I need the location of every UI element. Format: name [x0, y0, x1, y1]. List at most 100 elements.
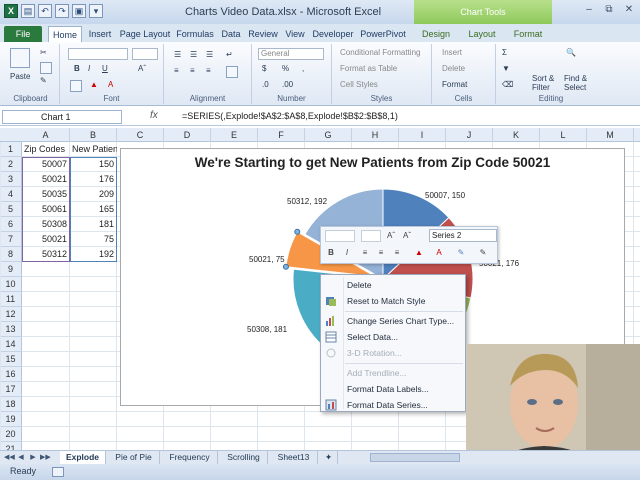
- menu-item-delete[interactable]: Delete: [321, 277, 465, 293]
- menu-item-reset-to-match-style[interactable]: Reset to Match Style: [321, 293, 465, 309]
- row-header[interactable]: 10: [0, 277, 22, 292]
- delete-cells-button[interactable]: Delete: [442, 64, 465, 73]
- row-header[interactable]: 15: [0, 352, 22, 367]
- tab-file[interactable]: File: [4, 26, 42, 42]
- row-header[interactable]: 6: [0, 217, 22, 232]
- row-header[interactable]: 8: [0, 247, 22, 262]
- sheet-tab-pie-of-pie[interactable]: Pie of Pie: [108, 451, 160, 464]
- row-header[interactable]: 1: [0, 142, 22, 157]
- paste-icon[interactable]: [10, 48, 30, 68]
- font-color-icon[interactable]: A: [108, 80, 113, 89]
- prev-sheet-icon[interactable]: ◀: [16, 453, 26, 461]
- row-header[interactable]: 4: [0, 187, 22, 202]
- italic-button[interactable]: I: [341, 247, 353, 259]
- cell-styles-button[interactable]: Cell Styles: [340, 80, 378, 89]
- align-top-icon[interactable]: ☰: [174, 50, 181, 59]
- format-as-table-button[interactable]: Format as Table: [340, 64, 397, 73]
- column-header[interactable]: C: [117, 128, 164, 142]
- sheet-tab-explode[interactable]: Explode: [60, 451, 106, 464]
- font-select[interactable]: [325, 230, 355, 242]
- row-header[interactable]: 9: [0, 262, 22, 277]
- restore-icon[interactable]: ⧉: [602, 4, 616, 16]
- row-header[interactable]: 3: [0, 172, 22, 187]
- data-label-50007[interactable]: 50007, 150: [425, 191, 465, 200]
- column-header[interactable]: H: [352, 128, 399, 142]
- align-bottom-icon[interactable]: ☰: [206, 50, 213, 59]
- series-select[interactable]: Series 2: [429, 229, 497, 242]
- column-header[interactable]: E: [211, 128, 258, 142]
- print-preview-icon[interactable]: ▣: [72, 4, 86, 18]
- shape-outline-icon[interactable]: ✎: [455, 247, 467, 259]
- macro-record-icon[interactable]: [52, 467, 64, 477]
- tab-view[interactable]: View: [282, 26, 308, 42]
- size-select[interactable]: [361, 230, 381, 242]
- tab-layout[interactable]: Layout: [462, 26, 502, 42]
- find-icon[interactable]: 🔍: [566, 48, 576, 57]
- column-header[interactable]: I: [399, 128, 446, 142]
- selection-handle[interactable]: [294, 228, 301, 235]
- format-painter-icon[interactable]: ✎: [40, 76, 47, 85]
- row-header[interactable]: 17: [0, 382, 22, 397]
- name-box[interactable]: Chart 1: [2, 110, 122, 124]
- horizontal-scrollbar[interactable]: [370, 453, 460, 462]
- redo-icon[interactable]: ↷: [55, 4, 69, 18]
- grow-font-icon[interactable]: Aˆ: [138, 64, 146, 73]
- column-header[interactable]: K: [493, 128, 540, 142]
- comma-icon[interactable]: ,: [302, 64, 304, 73]
- data-label-50308[interactable]: 50308, 181: [247, 325, 287, 334]
- save-icon[interactable]: ▤: [21, 4, 35, 18]
- align-right-icon[interactable]: ≡: [391, 247, 403, 259]
- tab-design[interactable]: Design: [416, 26, 456, 42]
- borders-icon[interactable]: [70, 80, 82, 92]
- tab-data[interactable]: Data: [218, 26, 244, 42]
- paste-button[interactable]: Paste: [10, 72, 30, 81]
- row-header[interactable]: 18: [0, 397, 22, 412]
- data-label-50312[interactable]: 50312, 192: [287, 197, 327, 206]
- column-header[interactable]: A: [22, 128, 70, 142]
- row-header[interactable]: 19: [0, 412, 22, 427]
- font-color-icon[interactable]: A: [433, 247, 445, 259]
- menu-item-select-data[interactable]: Select Data...: [321, 329, 465, 345]
- excel-logo-icon[interactable]: X: [4, 4, 18, 18]
- grow-font-icon[interactable]: Aˆ: [385, 230, 397, 242]
- align-middle-icon[interactable]: ☰: [190, 50, 197, 59]
- percent-icon[interactable]: %: [282, 64, 289, 73]
- align-center-icon[interactable]: ≡: [375, 247, 387, 259]
- tab-formulas[interactable]: Formulas: [174, 26, 216, 42]
- row-header[interactable]: 13: [0, 322, 22, 337]
- increase-decimal-icon[interactable]: .0: [262, 80, 269, 89]
- find-select-button[interactable]: Find & Select: [564, 74, 602, 92]
- align-left-icon[interactable]: ≡: [174, 66, 179, 75]
- menu-item-format-data-series[interactable]: Format Data Series...: [321, 397, 465, 413]
- table-header-cell[interactable]: Zip Codes: [22, 142, 70, 157]
- undo-icon[interactable]: ↶: [38, 4, 52, 18]
- font-name-select[interactable]: [68, 48, 128, 60]
- sheet-tab-sheet13[interactable]: Sheet13: [270, 451, 318, 464]
- menu-item-change-series-chart-type[interactable]: Change Series Chart Type...: [321, 313, 465, 329]
- tab-page-layout[interactable]: Page Layout: [118, 26, 172, 42]
- fill-color-icon[interactable]: ▲: [90, 80, 98, 89]
- shape-fill-icon[interactable]: ▲: [413, 247, 425, 259]
- column-header[interactable]: J: [446, 128, 493, 142]
- data-label-50021-75[interactable]: 50021, 75: [249, 255, 285, 264]
- customize-qat-icon[interactable]: ▾: [89, 4, 103, 18]
- column-header[interactable]: B: [70, 128, 117, 142]
- row-header[interactable]: 7: [0, 232, 22, 247]
- number-format-select[interactable]: General: [258, 48, 324, 60]
- tab-developer[interactable]: Developer: [310, 26, 356, 42]
- insert-cells-button[interactable]: Insert: [442, 48, 462, 57]
- first-sheet-icon[interactable]: ◀◀: [4, 453, 15, 461]
- insert-sheet-icon[interactable]: ✦: [320, 451, 338, 464]
- merge-center-icon[interactable]: [226, 66, 238, 78]
- selection-handle[interactable]: [282, 263, 289, 270]
- row-header[interactable]: 2: [0, 157, 22, 172]
- column-header[interactable]: G: [305, 128, 352, 142]
- row-header[interactable]: 12: [0, 307, 22, 322]
- bold-button[interactable]: B: [74, 64, 80, 73]
- next-sheet-icon[interactable]: ▶: [28, 453, 38, 461]
- italic-button[interactable]: I: [88, 64, 90, 73]
- underline-button[interactable]: U: [102, 64, 108, 73]
- column-header[interactable]: M: [587, 128, 634, 142]
- align-right-icon[interactable]: ≡: [206, 66, 211, 75]
- fx-icon[interactable]: fx: [150, 110, 158, 121]
